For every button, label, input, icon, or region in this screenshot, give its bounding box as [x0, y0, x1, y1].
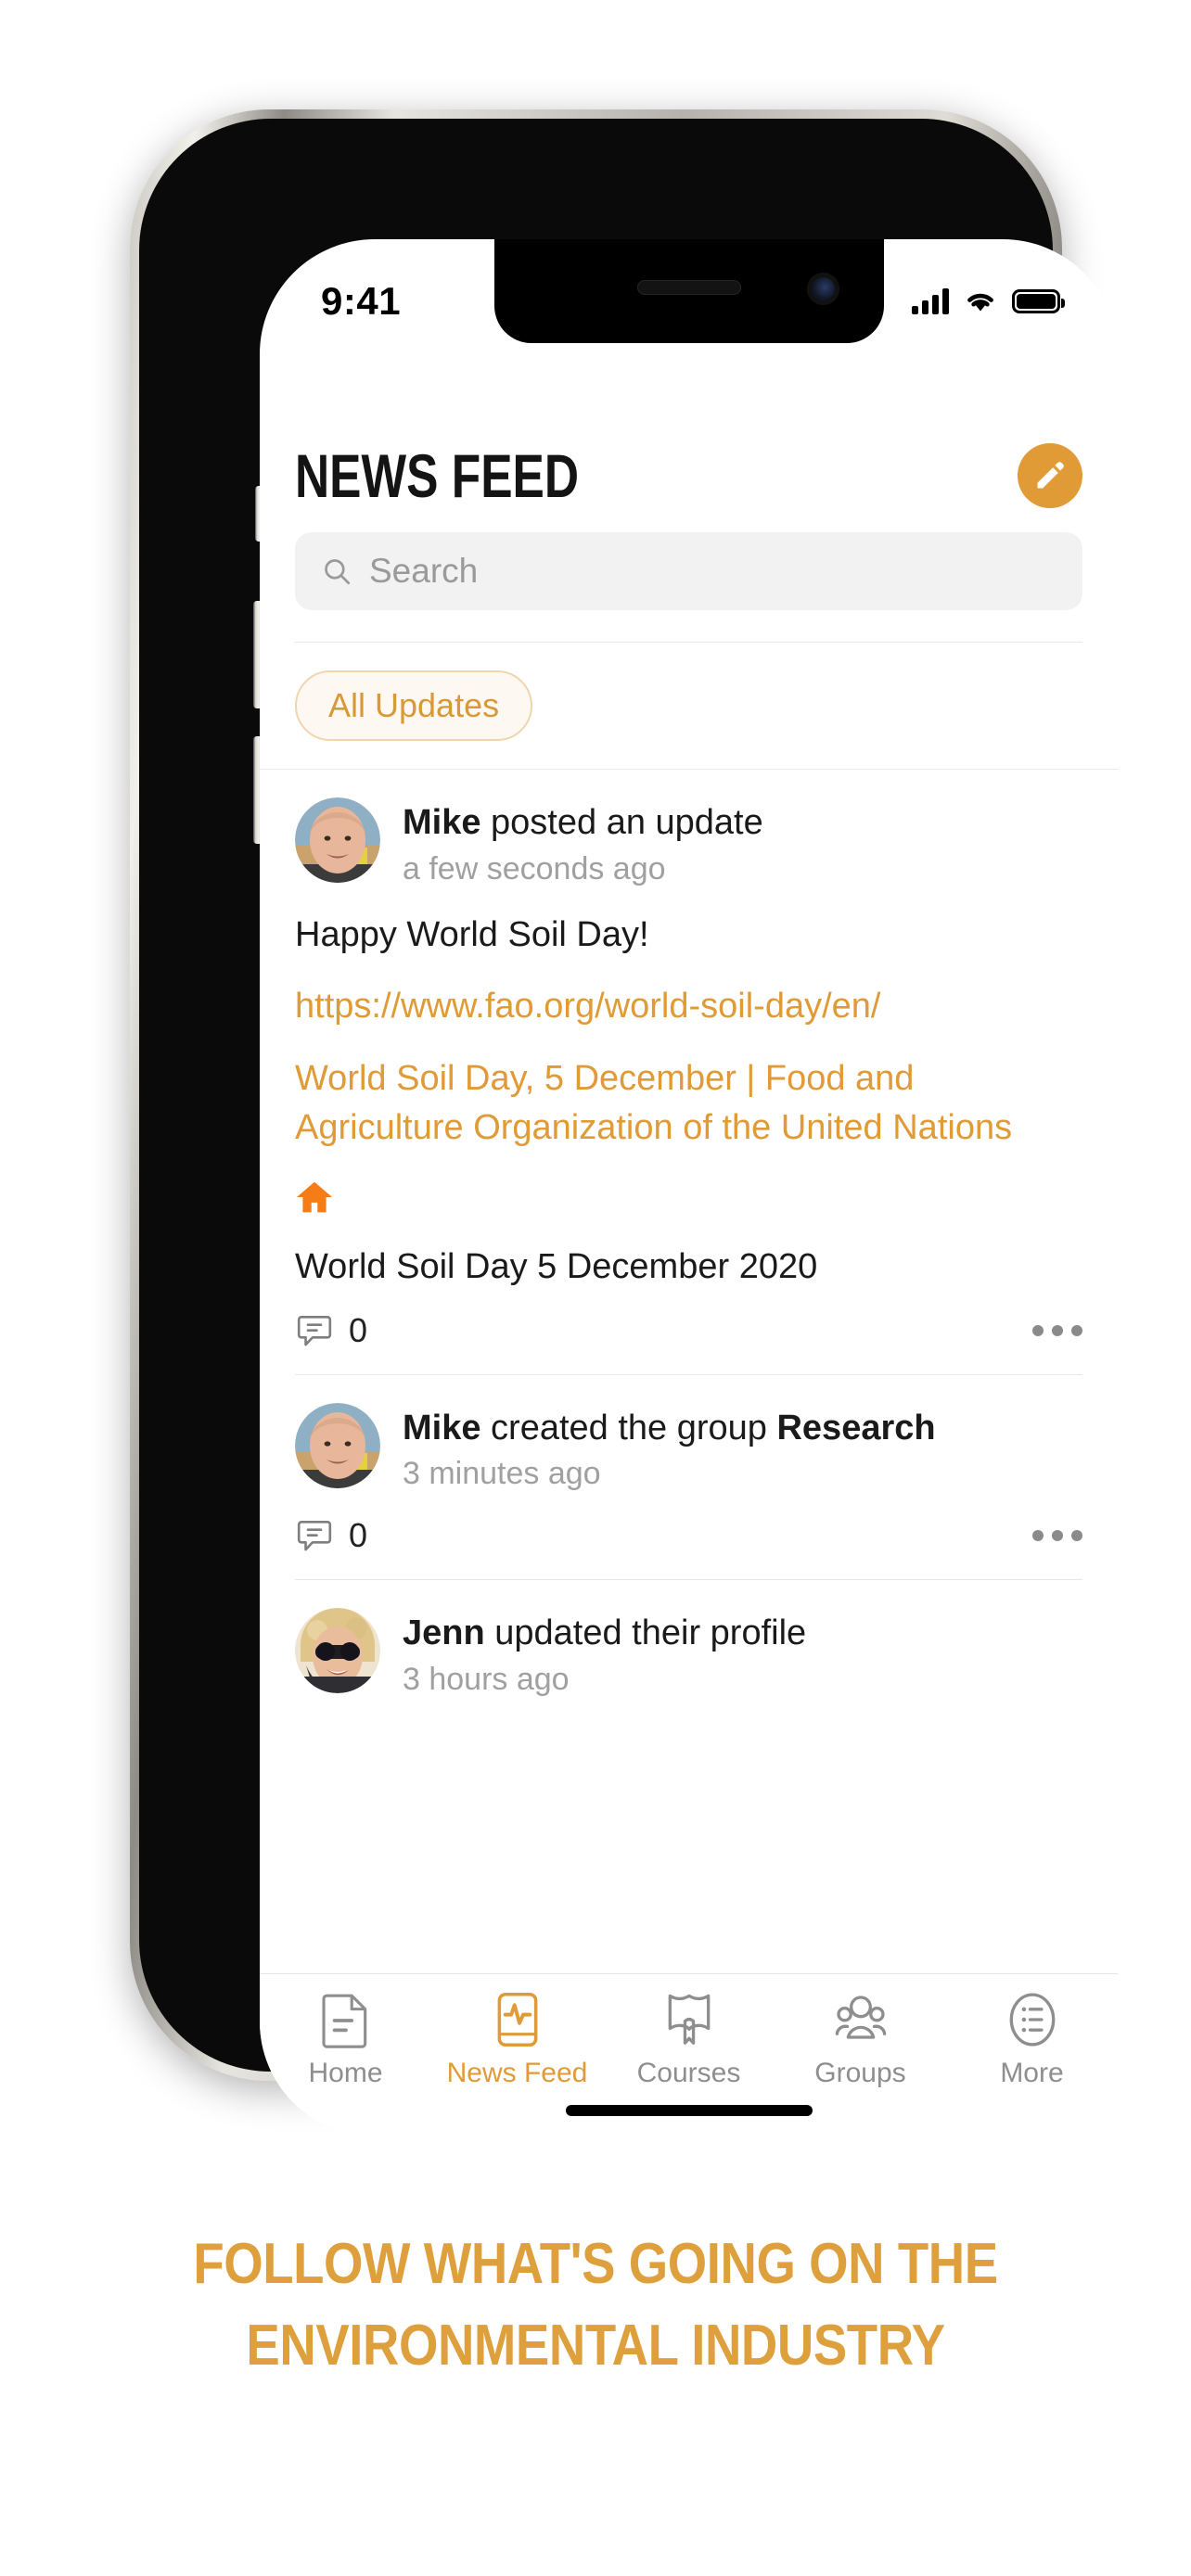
filter-chip-all-updates[interactable]: All Updates — [295, 670, 533, 741]
post-author[interactable]: Jenn — [403, 1613, 485, 1652]
post-footer: 0 — [295, 1492, 1082, 1579]
phone-frame: 9:41 NEWS FEED Search All Updates Mike p… — [130, 109, 1118, 2136]
screenshot-root: 9:41 NEWS FEED Search All Updates Mike p… — [0, 0, 1191, 2576]
post-header: Mike created the group Research 3 minute… — [295, 1402, 1082, 1493]
post-action: updated their profile — [484, 1613, 807, 1653]
people-group-icon — [835, 1996, 886, 2039]
search-section: Search — [260, 508, 1118, 643]
avatar-mike-image — [295, 1402, 380, 1488]
embed-favicon — [295, 1180, 1082, 1219]
tab-label: More — [1000, 2058, 1064, 2088]
post-action-target[interactable]: Research — [776, 1409, 935, 1447]
post-timestamp: 3 hours ago — [403, 1662, 570, 1698]
cellular-signal-icon — [912, 288, 949, 314]
feed-post: Jenn updated their profile 3 hours ago — [260, 1580, 1118, 1698]
post-meta: Mike created the group Research 3 minute… — [403, 1403, 936, 1493]
post-timestamp: 3 minutes ago — [403, 1456, 601, 1492]
post-text: Happy World Soil Day! — [295, 914, 649, 954]
compose-button[interactable] — [1018, 443, 1082, 508]
post-meta: Mike posted an update a few seconds ago — [403, 797, 763, 887]
marketing-caption: FOLLOW WHAT'S GOING ON THE ENVIRONMENTAL… — [0, 2224, 1191, 2387]
tab-courses[interactable]: Courses — [603, 1991, 775, 2089]
search-placeholder: Search — [369, 552, 479, 590]
tab-label: News Feed — [446, 2058, 588, 2088]
comment-action[interactable]: 0 — [295, 1516, 367, 1555]
comment-count: 0 — [349, 1516, 368, 1555]
post-caption: World Soil Day 5 December 2020 — [295, 1246, 818, 1286]
tab-label: Courses — [636, 2058, 741, 2088]
home-icon — [297, 1181, 332, 1213]
post-link[interactable]: https://www.fao.org/world-soil-day/en/ — [295, 983, 1082, 1030]
avatar-jenn-image — [295, 1608, 380, 1694]
avatar[interactable] — [295, 797, 380, 883]
feed-post: Mike created the group Research 3 minute… — [260, 1375, 1118, 1581]
tab-label: Groups — [814, 2058, 906, 2088]
search-icon — [325, 559, 351, 585]
tab-more[interactable]: More — [946, 1991, 1118, 2089]
news-pulse-icon — [497, 1992, 537, 2047]
tab-news-feed[interactable]: News Feed — [431, 1991, 603, 2089]
post-author[interactable]: Mike — [403, 803, 480, 842]
feed-post: Mike posted an update a few seconds ago … — [260, 770, 1118, 1375]
status-bar-icons — [912, 288, 1065, 314]
wifi-icon — [967, 293, 993, 312]
page-title: NEWS FEED — [295, 441, 580, 510]
post-author[interactable]: Mike — [403, 1409, 480, 1447]
pencil-edit-icon — [1037, 462, 1064, 489]
search-input[interactable]: Search — [295, 532, 1082, 610]
post-action: posted an update — [480, 803, 763, 842]
tab-label: Home — [308, 2058, 383, 2088]
post-embed-title[interactable]: World Soil Day, 5 December | Food and Ag… — [295, 1054, 1082, 1153]
comment-bubble-icon — [297, 1521, 332, 1551]
caption-line-1: FOLLOW WHAT'S GOING ON THE — [193, 2232, 998, 2296]
post-action-text: Mike created the group Research — [403, 1409, 936, 1449]
battery-full-icon — [1012, 289, 1065, 313]
list-menu-icon — [1009, 1993, 1055, 2047]
avatar[interactable] — [295, 1402, 380, 1488]
avatar-mike-image — [295, 797, 380, 883]
post-action: created the group — [480, 1408, 777, 1447]
notch — [493, 239, 884, 343]
post-footer: 0 — [295, 1287, 1082, 1374]
more-horizontal-icon[interactable] — [1032, 1530, 1082, 1542]
post-meta: Jenn updated their profile 3 hours ago — [403, 1608, 806, 1698]
comment-count: 0 — [349, 1310, 368, 1349]
post-header: Mike posted an update a few seconds ago — [295, 797, 1082, 887]
post-action-text: Mike posted an update — [403, 803, 763, 844]
avatar[interactable] — [295, 1608, 380, 1694]
post-header: Jenn updated their profile 3 hours ago — [295, 1608, 1082, 1698]
phone-screen: 9:41 NEWS FEED Search All Updates Mike p… — [260, 239, 1118, 2136]
news-feed-list: Mike posted an update a few seconds ago … — [260, 769, 1118, 1698]
tab-home[interactable]: Home — [260, 1991, 431, 2089]
home-indicator[interactable] — [565, 2105, 813, 2116]
more-horizontal-icon[interactable] — [1032, 1324, 1082, 1336]
post-action-text: Jenn updated their profile — [403, 1613, 806, 1654]
document-page-icon — [321, 1994, 366, 2048]
open-book-icon — [668, 1994, 710, 2045]
status-bar-time: 9:41 — [321, 279, 402, 323]
post-timestamp: a few seconds ago — [403, 850, 666, 886]
comment-bubble-icon — [297, 1315, 332, 1346]
comment-action[interactable]: 0 — [295, 1311, 367, 1350]
front-camera-icon — [806, 273, 839, 305]
filter-bar: All Updates — [260, 643, 1118, 769]
caption-line-2: ENVIRONMENTAL INDUSTRY — [246, 2314, 945, 2378]
earpiece-speaker-icon — [636, 280, 741, 295]
tab-groups[interactable]: Groups — [775, 1991, 946, 2089]
post-body: Happy World Soil Day! https://www.fao.or… — [295, 887, 1082, 1287]
